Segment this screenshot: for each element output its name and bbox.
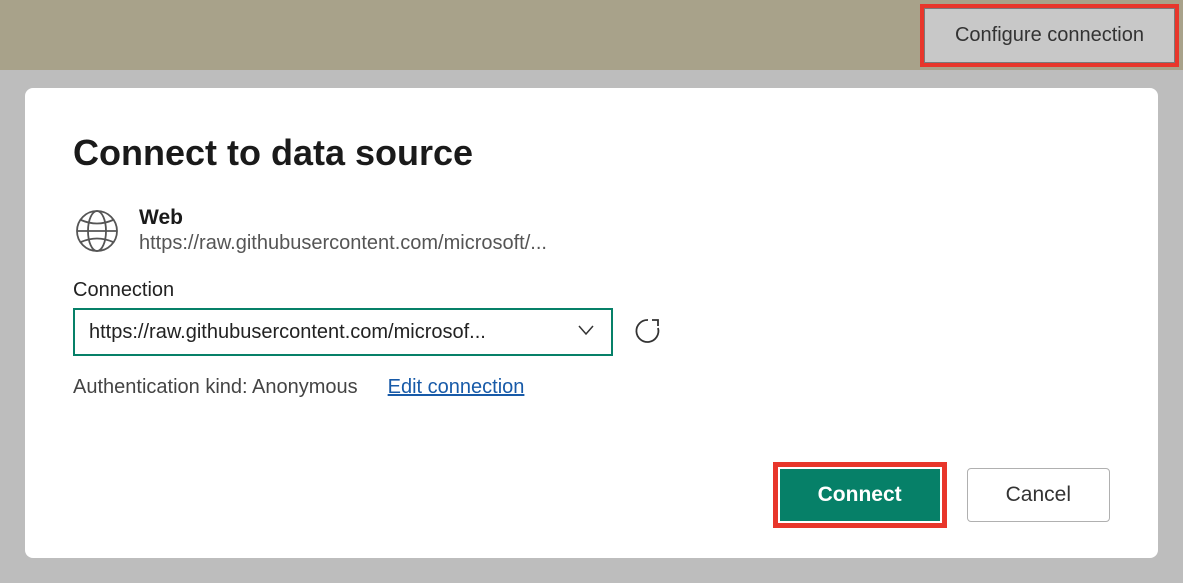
connection-dropdown[interactable]: https://raw.githubusercontent.com/micros… [73, 308, 613, 356]
configure-connection-button[interactable]: Configure connection [924, 8, 1175, 63]
auth-kind-text: Authentication kind: Anonymous [73, 376, 358, 399]
globe-icon [73, 207, 121, 255]
highlight-connect: Connect [773, 462, 947, 528]
top-toolbar: Configure connection [0, 0, 1183, 70]
highlight-configure: Configure connection [920, 4, 1179, 67]
chevron-down-icon [575, 319, 597, 346]
connection-dropdown-row: https://raw.githubusercontent.com/micros… [73, 308, 1110, 356]
source-url: https://raw.githubusercontent.com/micros… [139, 232, 547, 255]
data-source-row: Web https://raw.githubusercontent.com/mi… [73, 206, 1110, 255]
cancel-button[interactable]: Cancel [967, 468, 1110, 522]
refresh-button[interactable] [631, 315, 665, 349]
connection-label: Connection [73, 279, 1110, 302]
refresh-icon [633, 316, 663, 349]
dialog-footer: Connect Cancel [773, 462, 1110, 528]
source-name: Web [139, 206, 547, 230]
edit-connection-link[interactable]: Edit connection [388, 376, 525, 399]
connect-dialog: Connect to data source Web https://raw.g… [25, 88, 1158, 558]
source-text-block: Web https://raw.githubusercontent.com/mi… [139, 206, 547, 255]
connect-button[interactable]: Connect [780, 469, 940, 521]
dialog-title: Connect to data source [73, 132, 1110, 174]
auth-row: Authentication kind: Anonymous Edit conn… [73, 376, 1110, 399]
dropdown-selected-text: https://raw.githubusercontent.com/micros… [89, 321, 486, 344]
